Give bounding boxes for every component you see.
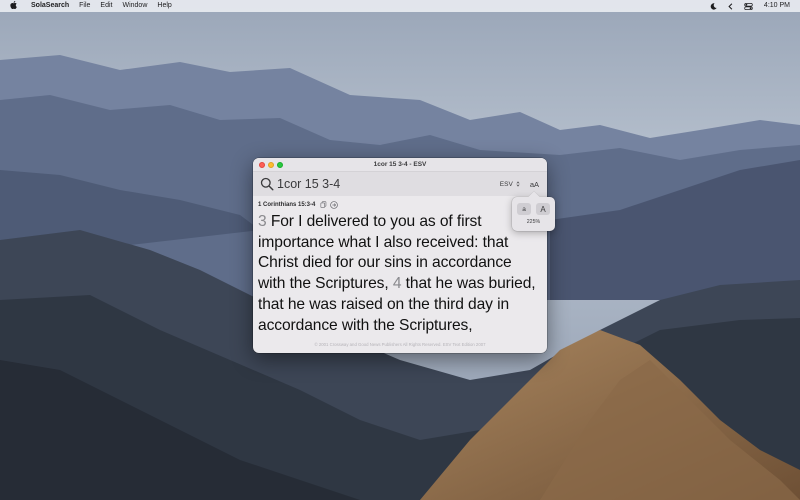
window-controls bbox=[259, 162, 286, 168]
increase-font-button[interactable]: A bbox=[536, 203, 550, 215]
chevron-left-icon[interactable] bbox=[728, 2, 733, 10]
control-center-icon[interactable] bbox=[744, 2, 753, 10]
passage-text: 3 For I delivered to you as of first imp… bbox=[258, 212, 542, 336]
passage-reference: 1 Corinthians 15:3-4 bbox=[258, 201, 316, 208]
window-titlebar[interactable]: 1cor 15 3-4 - ESV bbox=[253, 158, 547, 172]
copyright-notice: © 2001 Crossway and Good News Publishers… bbox=[314, 342, 486, 347]
search-bar: ESV aA bbox=[253, 172, 547, 196]
window-title: 1cor 15 3-4 - ESV bbox=[373, 161, 427, 168]
bible-version-select[interactable]: ESV bbox=[500, 181, 520, 188]
menu-file[interactable]: File bbox=[79, 0, 90, 12]
chevron-up-down-icon bbox=[516, 181, 520, 187]
verse-number: 4 bbox=[392, 275, 402, 293]
minimize-button[interactable] bbox=[268, 162, 274, 168]
close-button[interactable] bbox=[259, 162, 265, 168]
moon-icon[interactable] bbox=[710, 2, 717, 10]
menu-help[interactable]: Help bbox=[157, 0, 171, 12]
decrease-font-button[interactable]: a bbox=[517, 203, 531, 215]
font-size-button[interactable]: aA bbox=[530, 180, 539, 189]
arrow-right-circle-icon[interactable] bbox=[330, 200, 339, 209]
verse-number: 3 bbox=[258, 213, 267, 230]
menu-bar-clock[interactable]: 4:10 PM bbox=[764, 0, 790, 12]
apple-icon[interactable] bbox=[10, 0, 19, 12]
menu-app-name[interactable]: SolaSearch bbox=[31, 0, 69, 12]
bible-version-label: ESV bbox=[499, 180, 513, 188]
reference-row: 1 Corinthians 15:3-4 bbox=[258, 200, 542, 209]
menu-window[interactable]: Window bbox=[122, 0, 147, 12]
font-size-popover: a A 225% bbox=[512, 191, 555, 231]
menu-edit[interactable]: Edit bbox=[100, 0, 112, 12]
menu-bar: SolaSearch File Edit Window Help 4:10 PM bbox=[0, 0, 800, 12]
copy-icon[interactable] bbox=[320, 201, 327, 208]
solasearch-window: 1cor 15 3-4 - ESV ESV aA 1 Corinthians 1… bbox=[253, 158, 547, 353]
search-icon bbox=[260, 177, 274, 191]
passage-view: 1 Corinthians 15:3-4 3 For I delivered t… bbox=[253, 196, 547, 352]
search-input[interactable] bbox=[277, 175, 477, 193]
zoom-level: 225% bbox=[526, 219, 541, 225]
zoom-button[interactable] bbox=[277, 162, 283, 168]
